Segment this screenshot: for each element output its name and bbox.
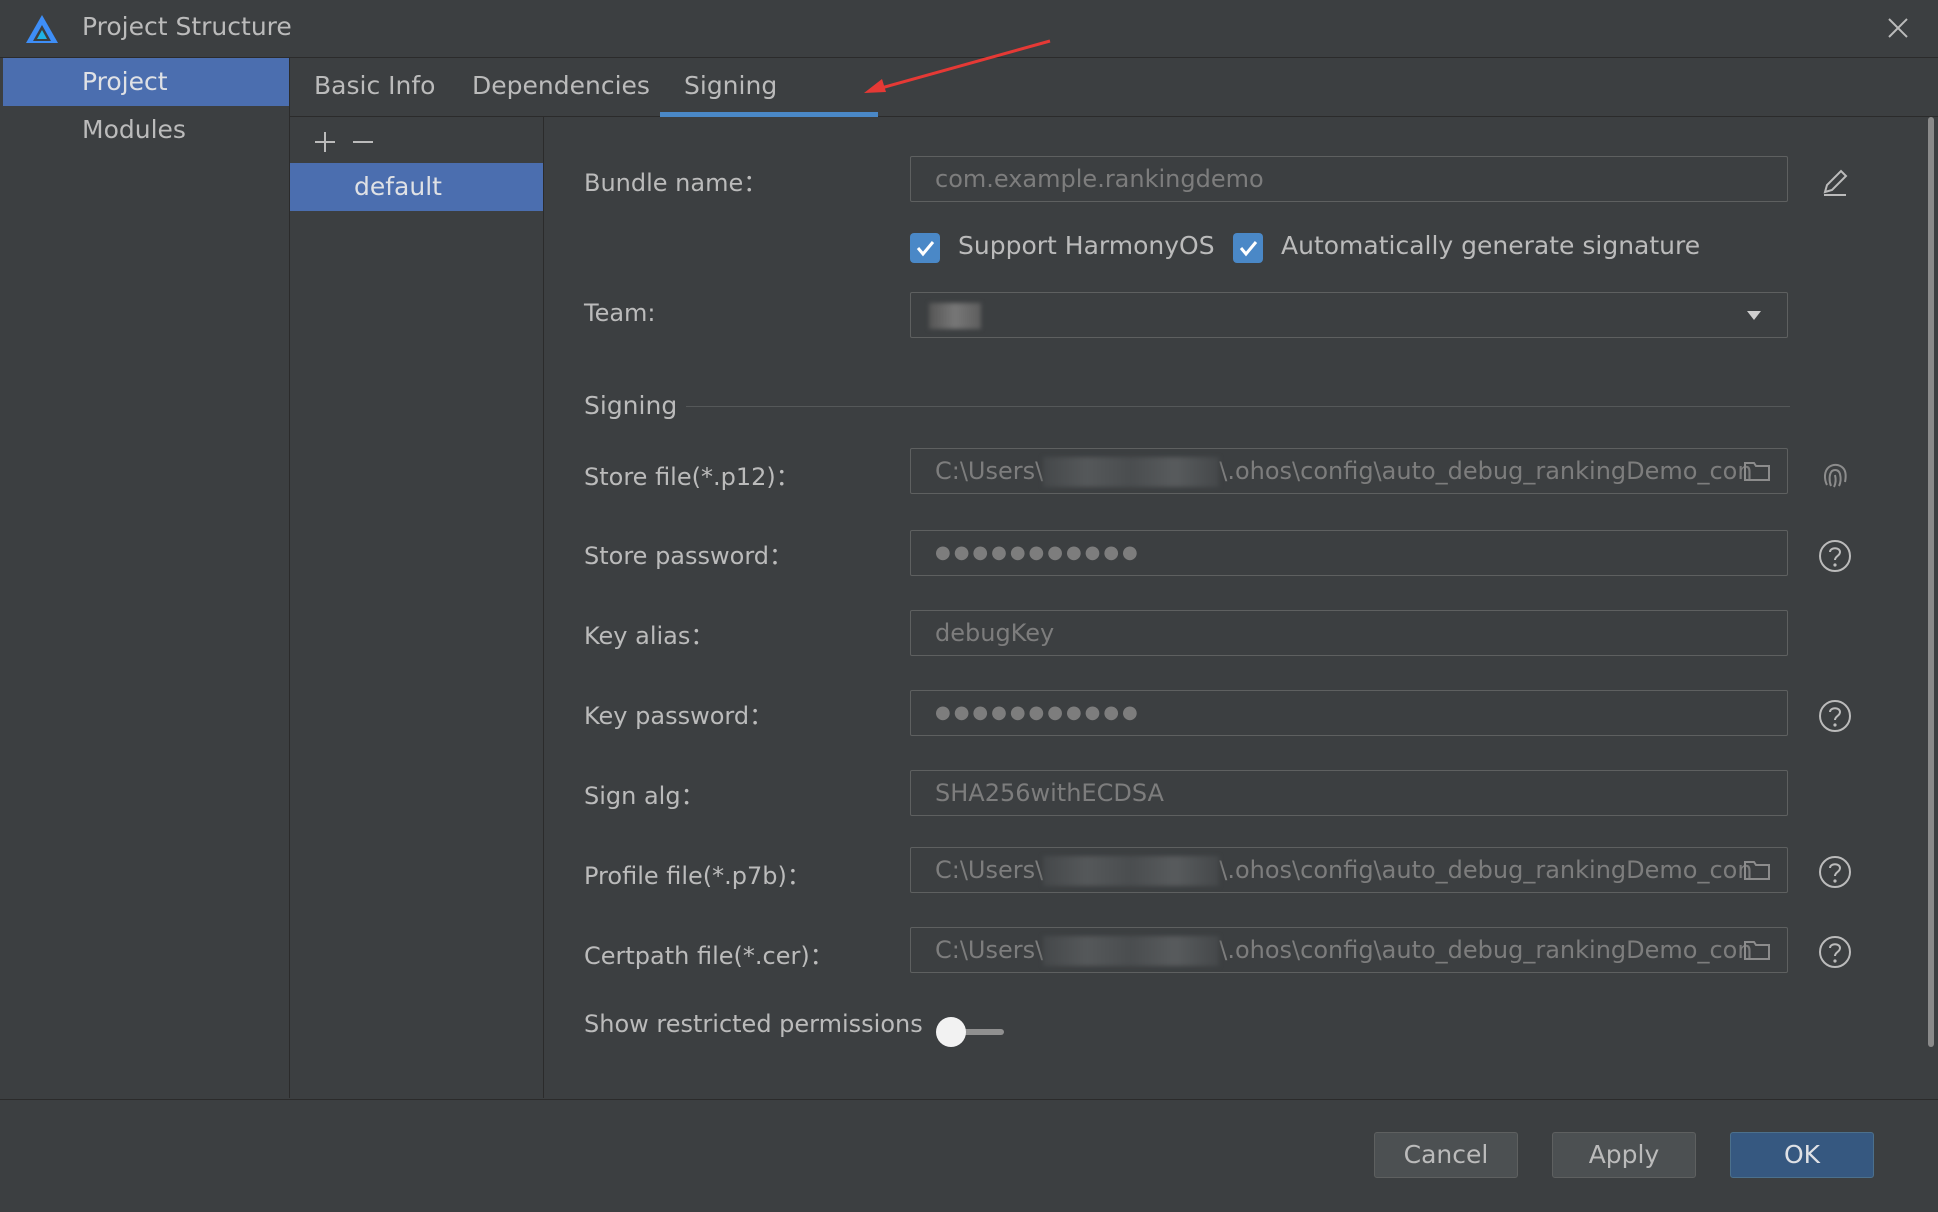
window-title: Project Structure (82, 12, 292, 41)
help-icon[interactable] (1818, 855, 1852, 889)
certpath-file-prefix: C:\Users\ (935, 936, 1044, 964)
bundle-name-label: Bundle name： (584, 169, 768, 197)
help-icon[interactable] (1818, 699, 1852, 733)
team-value-redacted (929, 303, 981, 329)
team-label: Team: (584, 299, 656, 327)
team-dropdown[interactable] (910, 292, 1788, 338)
support-harmonyos-label: Support HarmonyOS (958, 231, 1215, 260)
tab-signing-configs[interactable]: Signing Configs (660, 58, 878, 156)
form-scrollbar[interactable] (1924, 117, 1938, 1057)
list-toolbar (290, 117, 543, 163)
remove-icon[interactable] (348, 127, 378, 157)
nav-item-project[interactable]: Project (3, 58, 289, 106)
add-icon[interactable] (310, 127, 340, 157)
profile-file-prefix: C:\Users\ (935, 856, 1044, 884)
store-file-field[interactable]: C:\Users\ \.ohos\config\auto_debug_rankin… (910, 448, 1788, 494)
signing-section-title: Signing (584, 391, 678, 420)
apply-button[interactable]: Apply (1552, 1132, 1696, 1178)
checkmark-icon (910, 233, 940, 263)
profile-file-suffix: \.ohos\config\auto_debug_rankingDemo_con (1219, 856, 1753, 884)
help-icon[interactable] (1818, 935, 1852, 969)
auto-signature-label: Automatically generate signature (1281, 231, 1701, 260)
store-file-label: Store file(*.p12)： (584, 463, 800, 491)
left-nav: Project Modules (0, 58, 290, 1098)
key-alias-label: Key alias： (584, 622, 715, 650)
tab-dependencies[interactable]: Dependencies (448, 58, 674, 116)
dialog-footer: Cancel Apply OK (0, 1099, 1938, 1212)
redacted-username (1043, 856, 1220, 886)
auto-signature-checkbox[interactable]: Automatically generate signature (1233, 231, 1733, 267)
edit-icon[interactable] (1818, 165, 1852, 199)
checkmark-icon (1233, 233, 1263, 263)
tab-bar: Basic Info Dependencies Signing Configs (290, 58, 1938, 156)
folder-icon[interactable] (1743, 938, 1771, 962)
title-bar: Project Structure (0, 0, 1938, 58)
restricted-permissions-label: Show restricted permissions (584, 1010, 923, 1038)
redacted-username (1043, 936, 1220, 966)
fingerprint-icon[interactable] (1818, 457, 1852, 491)
toggle-knob (936, 1017, 966, 1047)
restricted-permissions-toggle[interactable] (936, 1017, 1004, 1047)
chevron-down-icon (1747, 311, 1761, 320)
store-password-field[interactable]: ●●●●●●●●●●● (910, 530, 1788, 576)
signing-config-list: default (290, 117, 544, 1098)
sign-alg-field[interactable]: SHA256withECDSA (910, 770, 1788, 816)
folder-icon[interactable] (1743, 858, 1771, 882)
key-password-field[interactable]: ●●●●●●●●●●● (910, 690, 1788, 736)
certpath-file-suffix: \.ohos\config\auto_debug_rankingDemo_con (1219, 936, 1753, 964)
nav-item-modules[interactable]: Modules (3, 106, 289, 154)
certpath-file-field[interactable]: C:\Users\ \.ohos\config\auto_debug_rankin… (910, 927, 1788, 973)
store-file-prefix: C:\Users\ (935, 457, 1044, 485)
signing-form: Bundle name： com.example.rankingdemo Sup… (544, 117, 1924, 1098)
profile-file-label: Profile file(*.p7b)： (584, 862, 811, 890)
certpath-file-label: Certpath file(*.cer)： (584, 942, 834, 970)
scrollbar-thumb[interactable] (1928, 117, 1934, 1047)
section-divider (686, 406, 1790, 407)
close-icon[interactable] (1884, 14, 1912, 42)
help-icon[interactable] (1818, 539, 1852, 573)
support-harmonyos-checkbox[interactable]: Support HarmonyOS (910, 231, 1215, 267)
cancel-button[interactable]: Cancel (1374, 1132, 1518, 1178)
store-file-suffix: \.ohos\config\auto_debug_rankingDemo_con (1219, 457, 1753, 485)
app-logo-icon (26, 15, 58, 43)
bundle-name-field[interactable]: com.example.rankingdemo (910, 156, 1788, 202)
config-item-default[interactable]: default (290, 163, 543, 211)
store-password-label: Store password： (584, 542, 794, 570)
key-alias-field[interactable]: debugKey (910, 610, 1788, 656)
profile-file-field[interactable]: C:\Users\ \.ohos\config\auto_debug_rankin… (910, 847, 1788, 893)
redacted-username (1043, 457, 1220, 487)
tab-basic-info[interactable]: Basic Info (290, 58, 459, 116)
ok-button[interactable]: OK (1730, 1132, 1874, 1178)
key-password-label: Key password： (584, 702, 774, 730)
folder-icon[interactable] (1743, 459, 1771, 483)
sign-alg-label: Sign alg： (584, 782, 705, 810)
